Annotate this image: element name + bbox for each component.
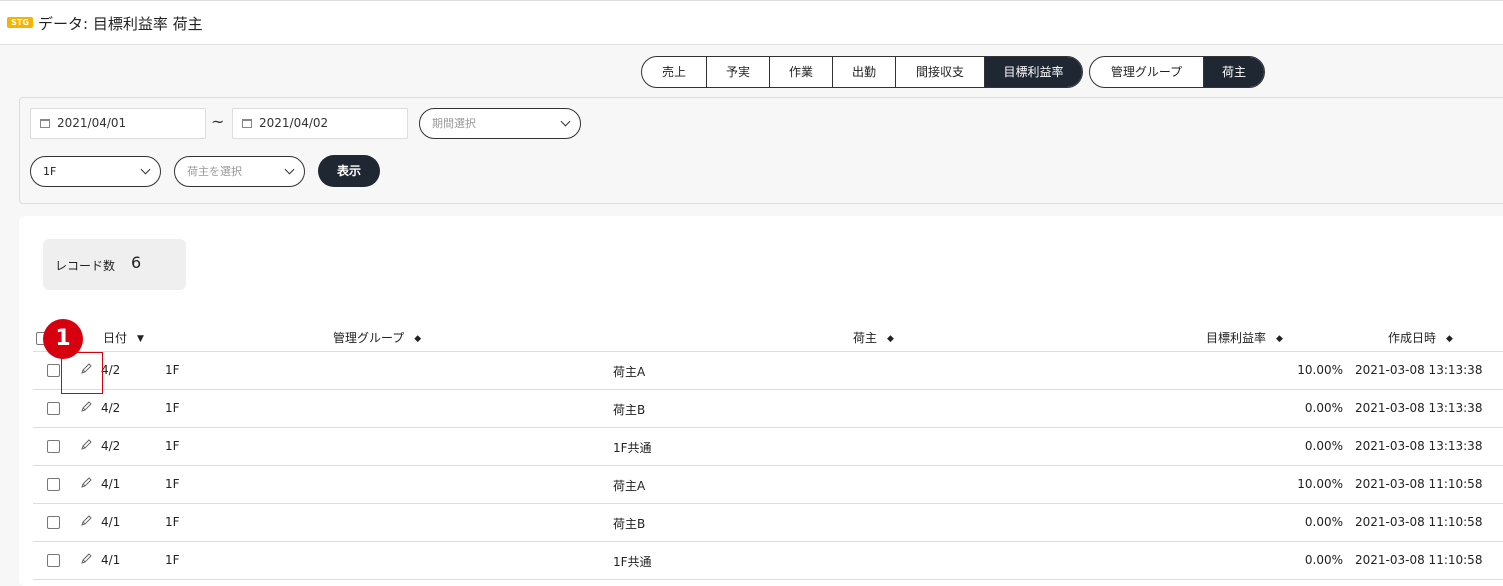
cell-created-at: 2021-03-08 11:10:58 [1355, 553, 1483, 567]
cell-shipper: 荷主B [613, 403, 646, 417]
sort-icon: ◆ [887, 334, 894, 344]
cell-shipper: 荷主A [613, 365, 646, 379]
edit-pencil-icon[interactable] [79, 476, 93, 490]
row-checkbox[interactable] [47, 516, 60, 529]
period-select-placeholder: 期間選択 [432, 117, 476, 130]
cell-shipper: 荷主B [613, 517, 646, 531]
shipper-select[interactable]: 荷主を選択 [174, 156, 305, 187]
edit-pencil-icon[interactable] [79, 400, 93, 414]
cell-target-margin: 10.00% [1297, 477, 1343, 491]
cell-group: 1F [165, 515, 180, 529]
shipper-select-placeholder: 荷主を選択 [187, 165, 242, 178]
grouping-tabs: 管理グループ 荷主 [1089, 56, 1265, 88]
chevron-down-icon [560, 116, 571, 127]
divider [33, 579, 1503, 580]
date-range-separator: ~ [211, 112, 225, 131]
sort-icon: ◆ [414, 334, 422, 344]
header-group[interactable]: 管理グループ ◆ [333, 329, 421, 346]
table-row: 4/1 1F 1F共通 0.00% 2021-03-08 11:10:58 [33, 542, 1503, 580]
date-from-value: 2021/04/01 [57, 116, 127, 130]
row-checkbox[interactable] [47, 554, 60, 567]
chevron-down-icon [284, 164, 295, 175]
row-checkbox[interactable] [47, 402, 60, 415]
cell-shipper: 1F共通 [613, 555, 652, 569]
cell-target-margin: 0.00% [1304, 401, 1343, 415]
cell-target-margin: 0.00% [1304, 439, 1343, 453]
table-row: 4/2 1F 1F共通 0.00% 2021-03-08 13:13:38 [33, 428, 1503, 466]
env-badge: STG [7, 17, 33, 28]
tab-management-group[interactable]: 管理グループ [1090, 57, 1203, 87]
cell-group: 1F [165, 401, 180, 415]
group-select[interactable]: 1F [30, 156, 161, 187]
cell-target-margin: 10.00% [1297, 363, 1343, 377]
edit-pencil-icon[interactable] [79, 438, 93, 452]
chevron-down-icon [140, 164, 151, 175]
table-row: 4/2 1F 荷主A 10.00% 2021-03-08 13:13:38 [33, 352, 1503, 390]
cell-shipper: 荷主A [613, 479, 646, 493]
cell-shipper: 1F共通 [613, 441, 652, 455]
header-target-margin[interactable]: 目標利益率 ◆ [1206, 329, 1283, 346]
edit-pencil-icon[interactable] [79, 514, 93, 528]
cell-group: 1F [165, 363, 180, 377]
date-to-input[interactable]: 2021/04/02 [232, 108, 408, 139]
edit-pencil-icon[interactable] [79, 552, 93, 566]
cell-date: 4/2 [101, 401, 121, 415]
tab-budget-actual[interactable]: 予実 [706, 57, 769, 87]
tab-indirect-income[interactable]: 間接収支 [895, 57, 984, 87]
sort-desc-icon: ▼ [137, 334, 144, 344]
tab-target-margin[interactable]: 目標利益率 [984, 57, 1082, 87]
cell-group: 1F [165, 439, 180, 453]
show-button[interactable]: 表示 [318, 155, 380, 187]
page-title: データ: 目標利益率 荷主 [38, 15, 203, 33]
record-count-box: レコード数 6 [43, 239, 186, 290]
date-from-input[interactable]: 2021/04/01 [30, 108, 206, 139]
group-select-value: 1F [43, 165, 57, 178]
cell-date: 4/1 [101, 477, 121, 491]
row-checkbox[interactable] [47, 478, 60, 491]
record-count-value: 6 [131, 253, 142, 272]
cell-date: 4/1 [101, 515, 121, 529]
data-type-tabs: 売上 予実 作業 出勤 間接収支 目標利益率 [641, 56, 1083, 88]
row-checkbox[interactable] [47, 364, 60, 377]
cell-group: 1F [165, 477, 180, 491]
calendar-icon [40, 119, 50, 128]
period-select[interactable]: 期間選択 [419, 108, 581, 139]
highlight-box [61, 352, 103, 394]
tab-sales[interactable]: 売上 [642, 57, 706, 87]
calendar-icon [242, 119, 252, 128]
cell-date: 4/2 [101, 439, 121, 453]
tab-work[interactable]: 作業 [769, 57, 832, 87]
tab-attendance[interactable]: 出勤 [832, 57, 895, 87]
cell-created-at: 2021-03-08 13:13:38 [1355, 363, 1483, 377]
header-date[interactable]: 日付 ▼ [103, 329, 144, 346]
header-shipper[interactable]: 荷主 ◆ [853, 329, 894, 346]
row-checkbox[interactable] [47, 440, 60, 453]
sort-icon: ◆ [1276, 334, 1283, 344]
top-bar: STG データ: 目標利益率 荷主 [0, 0, 1503, 45]
date-to-value: 2021/04/02 [259, 116, 329, 130]
table-row: 4/1 1F 荷主B 0.00% 2021-03-08 11:10:58 [33, 504, 1503, 542]
sort-icon: ◆ [1446, 334, 1453, 344]
cell-target-margin: 0.00% [1304, 515, 1343, 529]
cell-created-at: 2021-03-08 13:13:38 [1355, 401, 1483, 415]
header-created-at[interactable]: 作成日時 ◆ [1388, 329, 1453, 346]
table-row: 4/2 1F 荷主B 0.00% 2021-03-08 13:13:38 [33, 390, 1503, 428]
record-count-label: レコード数 [55, 259, 116, 273]
cell-created-at: 2021-03-08 11:10:58 [1355, 477, 1483, 491]
cell-created-at: 2021-03-08 13:13:38 [1355, 439, 1483, 453]
cell-target-margin: 0.00% [1304, 553, 1343, 567]
tab-shipper[interactable]: 荷主 [1203, 57, 1264, 87]
cell-group: 1F [165, 553, 180, 567]
cell-date: 4/2 [101, 363, 121, 377]
cell-date: 4/1 [101, 553, 121, 567]
table-row: 4/1 1F 荷主A 10.00% 2021-03-08 11:10:58 [33, 466, 1503, 504]
cell-created-at: 2021-03-08 11:10:58 [1355, 515, 1483, 529]
